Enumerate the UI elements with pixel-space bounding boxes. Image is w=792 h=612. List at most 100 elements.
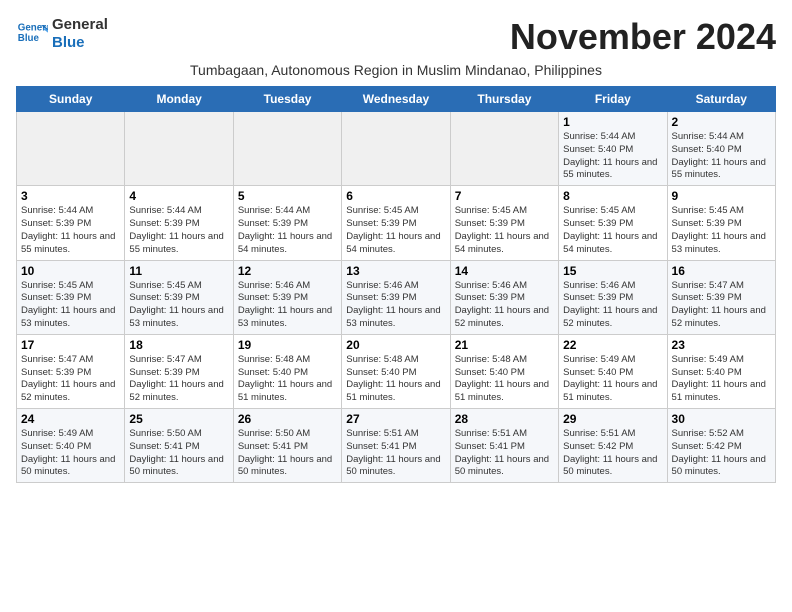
day-detail: Sunrise: 5:47 AM Sunset: 5:39 PM Dayligh… [672, 280, 771, 331]
day-detail: Sunrise: 5:44 AM Sunset: 5:40 PM Dayligh… [672, 131, 771, 182]
calendar-cell: 18 Sunrise: 5:47 AM Sunset: 5:39 PM Dayli… [125, 334, 233, 408]
calendar-cell: 22 Sunrise: 5:49 AM Sunset: 5:40 PM Dayli… [559, 334, 667, 408]
calendar-cell [125, 112, 233, 186]
day-detail: Sunrise: 5:46 AM Sunset: 5:39 PM Dayligh… [455, 280, 554, 331]
calendar-cell: 28Sunrise: 5:51 AM Sunset: 5:41 PM Dayli… [450, 409, 558, 483]
day-number: 12 [238, 264, 337, 278]
day-number: 11 [129, 264, 228, 278]
day-detail: Sunrise: 5:49 AM Sunset: 5:40 PM Dayligh… [21, 428, 120, 479]
day-detail: Sunrise: 5:44 AM Sunset: 5:39 PM Dayligh… [129, 205, 228, 256]
calendar-cell: 10 Sunrise: 5:45 AM Sunset: 5:39 PM Dayli… [17, 260, 125, 334]
calendar-cell: 14 Sunrise: 5:46 AM Sunset: 5:39 PM Dayli… [450, 260, 558, 334]
header: General Blue General Blue November 2024 [16, 16, 776, 58]
day-detail: Sunrise: 5:51 AM Sunset: 5:41 PM Dayligh… [346, 428, 445, 479]
day-detail: Sunrise: 5:45 AM Sunset: 5:39 PM Dayligh… [21, 280, 120, 331]
day-number: 4 [129, 189, 228, 203]
calendar-cell: 2 Sunrise: 5:44 AM Sunset: 5:40 PM Daylig… [667, 112, 775, 186]
calendar-week-2: 10 Sunrise: 5:45 AM Sunset: 5:39 PM Dayli… [17, 260, 776, 334]
day-number: 10 [21, 264, 120, 278]
day-number: 13 [346, 264, 445, 278]
day-detail: Sunrise: 5:45 AM Sunset: 5:39 PM Dayligh… [563, 205, 662, 256]
day-number: 18 [129, 338, 228, 352]
day-number: 9 [672, 189, 771, 203]
day-number: 2 [672, 115, 771, 129]
calendar-table: SundayMondayTuesdayWednesdayThursdayFrid… [16, 86, 776, 483]
col-header-wednesday: Wednesday [342, 87, 450, 112]
day-detail: Sunrise: 5:52 AM Sunset: 5:42 PM Dayligh… [672, 428, 771, 479]
calendar-week-3: 17 Sunrise: 5:47 AM Sunset: 5:39 PM Dayli… [17, 334, 776, 408]
calendar-cell: 20 Sunrise: 5:48 AM Sunset: 5:40 PM Dayli… [342, 334, 450, 408]
day-number: 1 [563, 115, 662, 129]
day-number: 5 [238, 189, 337, 203]
day-detail: Sunrise: 5:48 AM Sunset: 5:40 PM Dayligh… [238, 354, 337, 405]
calendar-cell: 8 Sunrise: 5:45 AM Sunset: 5:39 PM Daylig… [559, 186, 667, 260]
calendar-cell: 15 Sunrise: 5:46 AM Sunset: 5:39 PM Dayli… [559, 260, 667, 334]
day-detail: Sunrise: 5:45 AM Sunset: 5:39 PM Dayligh… [672, 205, 771, 256]
day-number: 20 [346, 338, 445, 352]
calendar-cell: 25 Sunrise: 5:50 AM Sunset: 5:41 PM Dayli… [125, 409, 233, 483]
day-detail: Sunrise: 5:45 AM Sunset: 5:39 PM Dayligh… [346, 205, 445, 256]
day-detail: Sunrise: 5:48 AM Sunset: 5:40 PM Dayligh… [346, 354, 445, 405]
calendar-cell: 3 Sunrise: 5:44 AM Sunset: 5:39 PM Daylig… [17, 186, 125, 260]
day-number: 14 [455, 264, 554, 278]
day-detail: Sunrise: 5:50 AM Sunset: 5:41 PM Dayligh… [129, 428, 228, 479]
svg-text:General: General [18, 22, 48, 33]
day-detail: Sunrise: 5:49 AM Sunset: 5:40 PM Dayligh… [563, 354, 662, 405]
day-number: 8 [563, 189, 662, 203]
day-number: 25 [129, 412, 228, 426]
calendar-cell [17, 112, 125, 186]
calendar-header-row: SundayMondayTuesdayWednesdayThursdayFrid… [17, 87, 776, 112]
day-number: 23 [672, 338, 771, 352]
calendar-cell: 5Sunrise: 5:44 AM Sunset: 5:39 PM Daylig… [233, 186, 341, 260]
calendar-cell: 12 Sunrise: 5:46 AM Sunset: 5:39 PM Dayli… [233, 260, 341, 334]
calendar-body: 1 Sunrise: 5:44 AM Sunset: 5:40 PM Daylig… [17, 112, 776, 483]
calendar-cell: 21 Sunrise: 5:48 AM Sunset: 5:40 PM Dayli… [450, 334, 558, 408]
day-number: 17 [21, 338, 120, 352]
day-number: 29 [563, 412, 662, 426]
day-number: 28 [455, 412, 554, 426]
day-detail: Sunrise: 5:44 AM Sunset: 5:40 PM Dayligh… [563, 131, 662, 182]
logo-icon: General Blue [16, 18, 48, 50]
day-number: 21 [455, 338, 554, 352]
day-number: 24 [21, 412, 120, 426]
col-header-friday: Friday [559, 87, 667, 112]
calendar-cell: 6 Sunrise: 5:45 AM Sunset: 5:39 PM Daylig… [342, 186, 450, 260]
day-number: 22 [563, 338, 662, 352]
calendar-cell: 24 Sunrise: 5:49 AM Sunset: 5:40 PM Dayli… [17, 409, 125, 483]
day-number: 19 [238, 338, 337, 352]
day-number: 6 [346, 189, 445, 203]
calendar-cell: 13Sunrise: 5:46 AM Sunset: 5:39 PM Dayli… [342, 260, 450, 334]
day-detail: Sunrise: 5:46 AM Sunset: 5:39 PM Dayligh… [563, 280, 662, 331]
day-number: 30 [672, 412, 771, 426]
calendar-cell: 16 Sunrise: 5:47 AM Sunset: 5:39 PM Dayli… [667, 260, 775, 334]
day-number: 3 [21, 189, 120, 203]
subtitle: Tumbagaan, Autonomous Region in Muslim M… [16, 62, 776, 78]
day-detail: Sunrise: 5:45 AM Sunset: 5:39 PM Dayligh… [455, 205, 554, 256]
calendar-week-0: 1 Sunrise: 5:44 AM Sunset: 5:40 PM Daylig… [17, 112, 776, 186]
calendar-cell: 29Sunrise: 5:51 AM Sunset: 5:42 PM Dayli… [559, 409, 667, 483]
calendar-cell [450, 112, 558, 186]
day-detail: Sunrise: 5:45 AM Sunset: 5:39 PM Dayligh… [129, 280, 228, 331]
day-number: 26 [238, 412, 337, 426]
col-header-thursday: Thursday [450, 87, 558, 112]
calendar-cell: 27Sunrise: 5:51 AM Sunset: 5:41 PM Dayli… [342, 409, 450, 483]
calendar-cell [233, 112, 341, 186]
day-detail: Sunrise: 5:48 AM Sunset: 5:40 PM Dayligh… [455, 354, 554, 405]
day-number: 16 [672, 264, 771, 278]
svg-text:Blue: Blue [18, 33, 40, 44]
col-header-saturday: Saturday [667, 87, 775, 112]
day-detail: Sunrise: 5:47 AM Sunset: 5:39 PM Dayligh… [129, 354, 228, 405]
calendar-cell: 7 Sunrise: 5:45 AM Sunset: 5:39 PM Daylig… [450, 186, 558, 260]
day-detail: Sunrise: 5:49 AM Sunset: 5:40 PM Dayligh… [672, 354, 771, 405]
calendar-cell: 30 Sunrise: 5:52 AM Sunset: 5:42 PM Dayli… [667, 409, 775, 483]
month-title: November 2024 [510, 16, 776, 58]
calendar-cell: 19 Sunrise: 5:48 AM Sunset: 5:40 PM Dayli… [233, 334, 341, 408]
day-number: 15 [563, 264, 662, 278]
calendar-cell: 4 Sunrise: 5:44 AM Sunset: 5:39 PM Daylig… [125, 186, 233, 260]
calendar-cell: 23 Sunrise: 5:49 AM Sunset: 5:40 PM Dayli… [667, 334, 775, 408]
day-detail: Sunrise: 5:46 AM Sunset: 5:39 PM Dayligh… [238, 280, 337, 331]
logo: General Blue General Blue [16, 16, 108, 52]
logo-text: General Blue [52, 16, 108, 52]
day-number: 7 [455, 189, 554, 203]
day-detail: Sunrise: 5:44 AM Sunset: 5:39 PM Dayligh… [21, 205, 120, 256]
